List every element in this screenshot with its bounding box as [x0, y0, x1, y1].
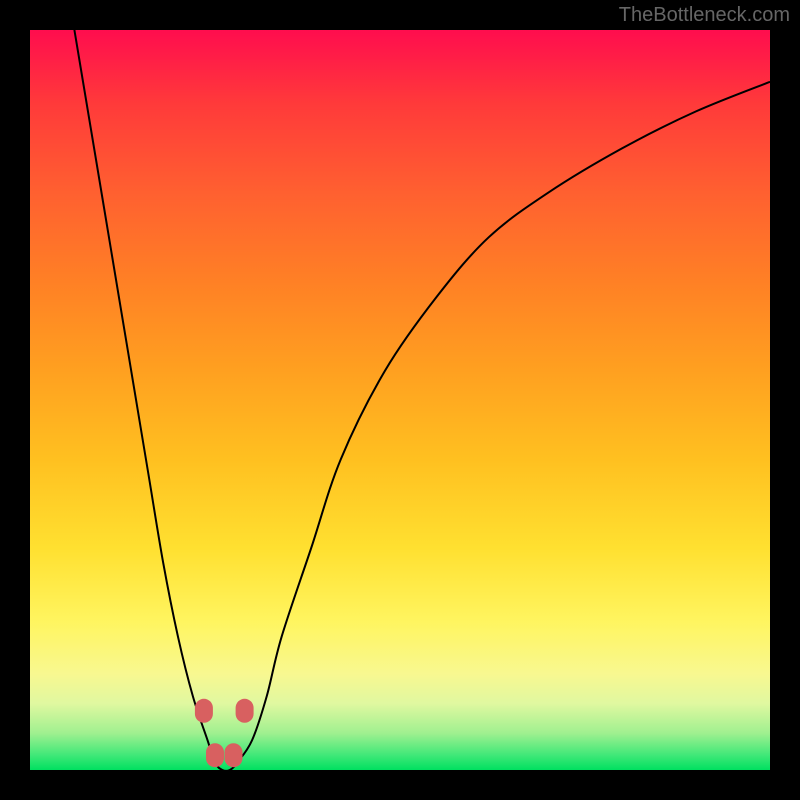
watermark-text: TheBottleneck.com	[619, 4, 790, 27]
data-marker	[195, 699, 213, 723]
data-marker	[225, 743, 243, 767]
data-marker	[206, 743, 224, 767]
data-marker	[236, 699, 254, 723]
chart-container	[30, 30, 770, 770]
chart-svg	[30, 30, 770, 770]
data-markers	[195, 699, 254, 767]
bottleneck-curve	[74, 30, 770, 770]
